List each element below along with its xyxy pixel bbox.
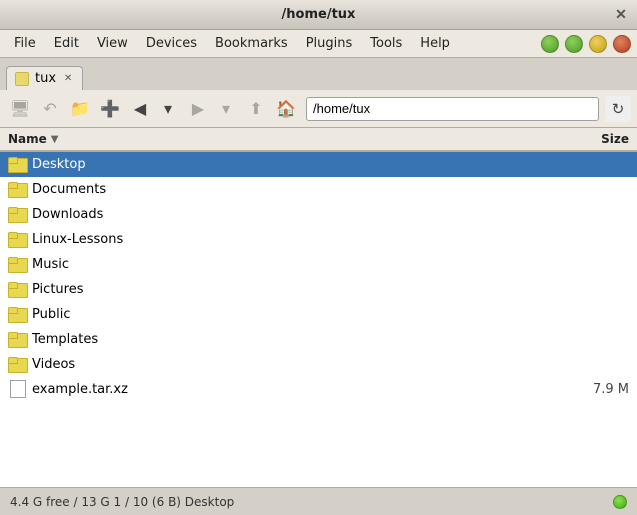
file-row[interactable]: Downloads (0, 202, 637, 227)
title-bar: /home/tux ✕ (0, 0, 637, 30)
file-name: Documents (32, 182, 549, 197)
file-row[interactable]: Videos (0, 352, 637, 377)
status-indicator (613, 495, 627, 509)
file-name: Public (32, 307, 549, 322)
window-close-button[interactable]: ✕ (613, 7, 629, 23)
minimize-button[interactable] (589, 35, 607, 53)
window-controls (541, 35, 631, 53)
maximize-button-2[interactable] (565, 35, 583, 53)
new-window-button[interactable]: 🖥 (6, 95, 34, 123)
toolbar: 🖥 ↶ 📁 ➕ ◀ ▾ ▶ ▾ ⬆ 🏠 ↻ (0, 90, 637, 128)
history-back-button[interactable]: ◀ (126, 95, 154, 123)
history-dropdown-button[interactable]: ▾ (154, 95, 182, 123)
menu-item-plugins[interactable]: Plugins (298, 34, 361, 53)
tab-tux[interactable]: tux ✕ (6, 66, 83, 90)
home-button[interactable]: 🏠 (272, 95, 300, 123)
file-row[interactable]: example.tar.xz7.9 M (0, 377, 637, 402)
size-column-header[interactable]: Size (549, 132, 629, 146)
menu-bar: FileEditViewDevicesBookmarksPluginsTools… (0, 30, 637, 58)
file-name: Pictures (32, 282, 549, 297)
folder-icon (8, 307, 26, 323)
menu-item-view[interactable]: View (89, 34, 136, 53)
file-row[interactable]: Music (0, 252, 637, 277)
name-column-header[interactable]: Name ▼ (8, 132, 549, 146)
folder-icon (8, 232, 26, 248)
status-bar: 4.4 G free / 13 G 1 / 10 (6 B) Desktop (0, 487, 637, 515)
file-name: Linux-Lessons (32, 232, 549, 247)
address-bar (306, 97, 599, 121)
file-name: Templates (32, 332, 549, 347)
address-input[interactable] (306, 97, 599, 121)
window-title: /home/tux (24, 7, 613, 22)
file-name: Downloads (32, 207, 549, 222)
up-button[interactable]: ⬆ (242, 95, 270, 123)
tab-bar: tux ✕ (0, 58, 637, 90)
back-button[interactable]: ↶ (36, 95, 64, 123)
folder-icon (8, 182, 26, 198)
maximize-button[interactable] (541, 35, 559, 53)
menu-item-tools[interactable]: Tools (362, 34, 410, 53)
reload-button[interactable]: ↻ (605, 96, 631, 122)
tab-label: tux (35, 71, 56, 86)
file-name: Music (32, 257, 549, 272)
file-row[interactable]: Desktop (0, 152, 637, 177)
history-forward-dropdown-button[interactable]: ▾ (212, 95, 240, 123)
tab-close-button[interactable]: ✕ (62, 73, 74, 85)
menu-item-bookmarks[interactable]: Bookmarks (207, 34, 296, 53)
file-row[interactable]: Documents (0, 177, 637, 202)
parent-folder-button[interactable]: 📁 (66, 95, 94, 123)
file-name: example.tar.xz (32, 382, 549, 397)
close-button[interactable] (613, 35, 631, 53)
file-row[interactable]: Public (0, 302, 637, 327)
menu-item-edit[interactable]: Edit (46, 34, 87, 53)
file-name: Desktop (32, 157, 549, 172)
file-icon (8, 382, 26, 398)
file-list: Desktop Documents Downloads Linux-Lessons Mu… (0, 152, 637, 487)
file-name: Videos (32, 357, 549, 372)
menu-item-file[interactable]: File (6, 34, 44, 53)
new-folder-button[interactable]: ➕ (96, 95, 124, 123)
file-size: 7.9 M (549, 382, 629, 397)
folder-icon (8, 357, 26, 373)
tab-folder-icon (15, 72, 29, 86)
folder-icon (8, 157, 26, 173)
folder-icon (8, 257, 26, 273)
file-row[interactable]: Pictures (0, 277, 637, 302)
column-header: Name ▼ Size (0, 128, 637, 152)
folder-icon (8, 282, 26, 298)
folder-icon (8, 332, 26, 348)
history-forward-button[interactable]: ▶ (184, 95, 212, 123)
menu-item-help[interactable]: Help (412, 34, 458, 53)
folder-icon (8, 207, 26, 223)
menu-items: FileEditViewDevicesBookmarksPluginsTools… (6, 34, 458, 53)
sort-arrow-icon: ▼ (51, 134, 59, 145)
status-text: 4.4 G free / 13 G 1 / 10 (6 B) Desktop (10, 495, 234, 509)
file-row[interactable]: Templates (0, 327, 637, 352)
file-row[interactable]: Linux-Lessons (0, 227, 637, 252)
menu-item-devices[interactable]: Devices (138, 34, 205, 53)
